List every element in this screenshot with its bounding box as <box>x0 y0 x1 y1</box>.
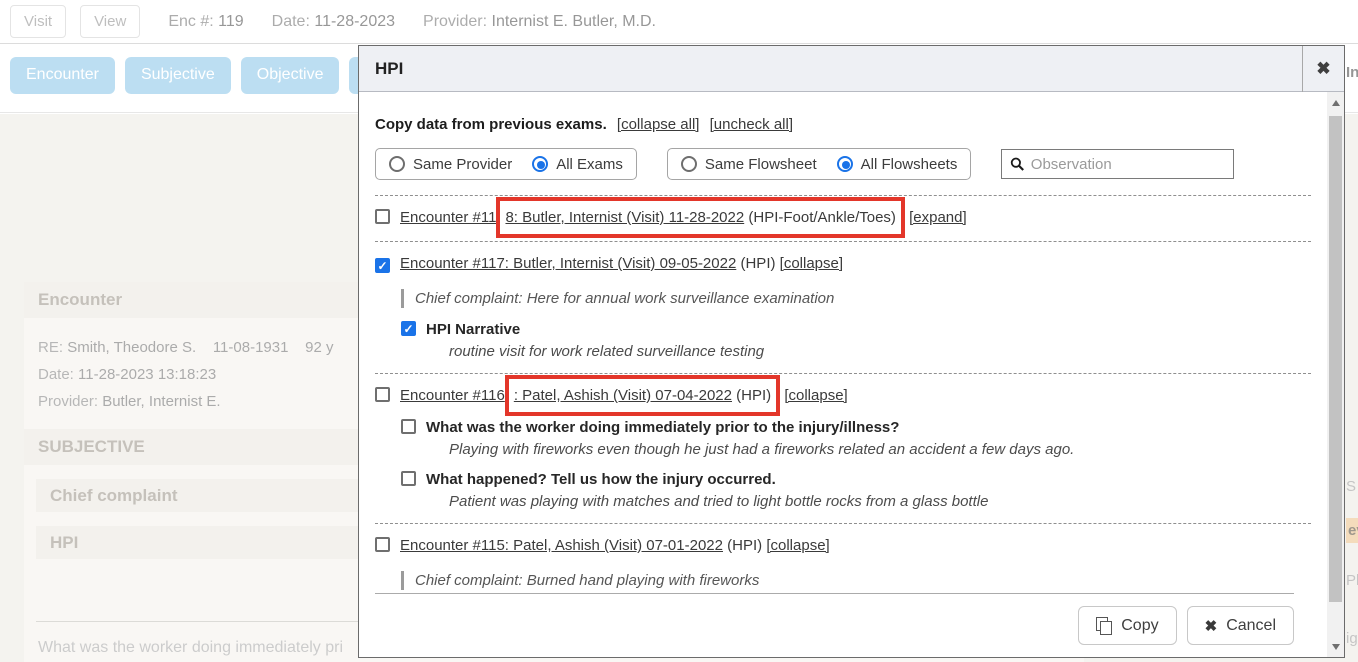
encounter-row: ✓ Encounter #117: Butler, Internist (Visi… <box>375 242 1311 373</box>
scroll-down-icon[interactable] <box>1327 638 1344 655</box>
observation-value: routine visit for work related surveilla… <box>426 343 764 360</box>
encounter-checkbox[interactable]: ✓ <box>375 258 390 273</box>
close-icon[interactable]: ✖ <box>1302 46 1344 92</box>
encounter-checkbox[interactable] <box>375 387 390 402</box>
flowsheet-filter-group: Same Flowsheet All Flowsheets <box>667 148 971 180</box>
all-flowsheets-option[interactable]: All Flowsheets <box>837 156 958 173</box>
encounter-header-line: Encounter #116 : Patel, Ashish (Visit) 07… <box>375 386 1311 406</box>
encounter-checkbox[interactable] <box>375 537 390 552</box>
observation-item: ✓ HPI Narrative routine visit for work rel… <box>401 321 1311 360</box>
chief-complaint-quote: Chief complaint: Burned hand playing wit… <box>401 571 1311 590</box>
all-exams-label: All Exams <box>556 156 623 173</box>
all-flowsheets-label: All Flowsheets <box>861 156 958 173</box>
copy-button[interactable]: Copy <box>1078 606 1176 645</box>
encounter-checkbox[interactable] <box>375 209 390 224</box>
scroll-up-icon[interactable] <box>1327 94 1344 111</box>
observation-label: HPI Narrative <box>426 321 764 339</box>
encounter-link[interactable]: Encounter #117: Butler, Internist (Visit… <box>400 255 736 272</box>
observation-search-box[interactable] <box>1001 149 1234 179</box>
cancel-button[interactable]: ✖ Cancel <box>1187 606 1294 645</box>
encounter-link[interactable]: Encounter #116 <box>400 387 505 404</box>
encounter-link[interactable]: Encounter #11 <box>400 209 496 226</box>
observation-label: What was the worker doing immediately pr… <box>426 419 1074 437</box>
encounter-row: Encounter #118: Butler, Internist (Visit… <box>375 196 1311 241</box>
dialog-footer: Copy ✖ Cancel <box>375 593 1294 657</box>
encounter-link[interactable]: : Patel, Ashish (Visit) 07-04-2022 <box>514 387 732 404</box>
toggle-link[interactable]: [collapse] <box>766 537 829 554</box>
same-provider-option[interactable]: Same Provider <box>389 156 512 173</box>
same-flowsheet-label: Same Flowsheet <box>705 156 817 173</box>
observation-body: What was the worker doing immediately pr… <box>426 419 1074 458</box>
observation-body: HPI Narrative routine visit for work rela… <box>426 321 764 360</box>
uncheck-all-link[interactable]: [uncheck all] <box>710 116 793 133</box>
toggle-link[interactable]: [expand] <box>909 209 967 226</box>
chief-complaint-quote: Chief complaint: Here for annual work su… <box>401 289 1311 308</box>
same-provider-radio[interactable] <box>389 156 405 172</box>
observation-search-input[interactable] <box>1031 156 1226 173</box>
flowsheet-label: (HPI-Foot/Ankle/Toes) <box>748 209 896 226</box>
observation-checkbox[interactable]: ✓ <box>401 321 416 336</box>
observation-label: What happened? Tell us how the injury oc… <box>426 471 988 489</box>
observation-item: What happened? Tell us how the injury oc… <box>401 471 1311 510</box>
hpi-copy-dialog: HPI ✖ Copy data from previous exams. [co… <box>358 45 1345 658</box>
scrollbar-thumb[interactable] <box>1329 116 1342 602</box>
copy-instructions: Copy data from previous exams. [collapse… <box>375 116 1311 133</box>
observation-checkbox[interactable] <box>401 471 416 486</box>
observation-value: Patient was playing with matches and tri… <box>426 493 988 510</box>
toggle-link[interactable]: [collapse] <box>784 387 847 404</box>
all-flowsheets-radio[interactable] <box>837 156 853 172</box>
cancel-x-icon: ✖ <box>1205 617 1218 635</box>
all-exams-radio[interactable] <box>532 156 548 172</box>
search-icon <box>1010 156 1024 172</box>
observation-checkbox[interactable] <box>401 419 416 434</box>
modal-scrollbar[interactable] <box>1327 92 1344 657</box>
same-provider-label: Same Provider <box>413 156 512 173</box>
dialog-title: HPI <box>359 59 1302 79</box>
same-flowsheet-option[interactable]: Same Flowsheet <box>681 156 817 173</box>
filter-bar: Same Provider All Exams Same Flowsheet A… <box>375 148 1311 180</box>
dialog-body: Copy data from previous exams. [collapse… <box>359 92 1327 657</box>
observation-item: What was the worker doing immediately pr… <box>401 419 1311 458</box>
observation-value: Playing with fireworks even though he ju… <box>426 441 1074 458</box>
collapse-all-link[interactable]: [collapse all] <box>617 116 700 133</box>
toggle-link[interactable]: [collapse] <box>780 255 843 272</box>
encounter-header-line: Encounter #11 8: Butler, Internist (Visit… <box>375 208 1311 228</box>
encounter-children: What was the worker doing immediately pr… <box>401 419 1311 510</box>
dialog-header: HPI ✖ <box>359 46 1344 92</box>
encounter-children: Chief complaint: Here for annual work su… <box>401 289 1311 360</box>
annotation-highlight-box: : Patel, Ashish (Visit) 07-04-2022 (HPI) <box>505 375 780 416</box>
all-exams-option[interactable]: All Exams <box>532 156 623 173</box>
cancel-button-label: Cancel <box>1226 617 1276 635</box>
flowsheet-label: (HPI) <box>740 255 775 272</box>
annotation-highlight-box: 8: Butler, Internist (Visit) 11-28-2022 … <box>496 197 904 238</box>
encounter-header-line: ✓ Encounter #117: Butler, Internist (Visi… <box>375 254 1311 274</box>
provider-filter-group: Same Provider All Exams <box>375 148 637 180</box>
flowsheet-label: (HPI) <box>736 387 771 404</box>
copy-instructions-text: Copy data from previous exams. <box>375 116 607 133</box>
copy-icon <box>1096 617 1112 634</box>
encounter-list: Encounter #118: Butler, Internist (Visit… <box>375 195 1311 626</box>
encounter-link[interactable]: 8: Butler, Internist (Visit) 11-28-2022 <box>505 209 744 226</box>
encounter-header-line: Encounter #115: Patel, Ashish (Visit) 07… <box>375 536 1311 556</box>
copy-button-label: Copy <box>1121 617 1158 635</box>
observation-body: What happened? Tell us how the injury oc… <box>426 471 988 510</box>
application-window: Visit View Enc #: 119 Date: 11-28-2023 P… <box>0 0 1358 662</box>
same-flowsheet-radio[interactable] <box>681 156 697 172</box>
encounter-link[interactable]: Encounter #115: Patel, Ashish (Visit) 07… <box>400 537 723 554</box>
encounter-row: Encounter #116: Patel, Ashish (Visit) 07… <box>375 374 1311 523</box>
flowsheet-label: (HPI) <box>727 537 762 554</box>
